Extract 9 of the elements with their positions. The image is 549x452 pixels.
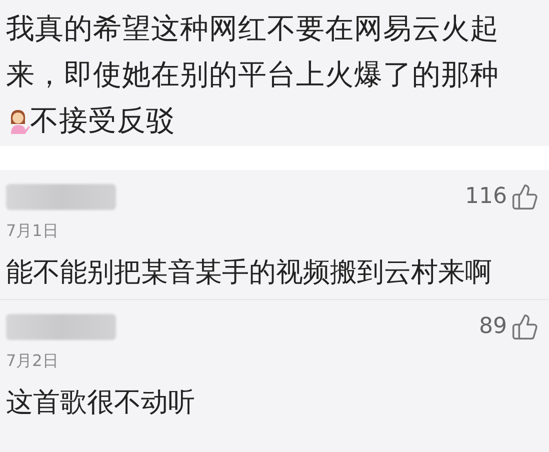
comment-text: 这首歌很不动听 xyxy=(6,386,196,420)
like-count: 89 xyxy=(479,313,507,341)
like-count: 116 xyxy=(465,183,507,211)
thumbs-up-icon[interactable] xyxy=(511,312,539,340)
comment-date: 7月1日 xyxy=(6,220,60,242)
post-text: 我真的希望这种网红不要在网易云火起来，即使她在别的平台上火爆了的那种 不接受反驳 xyxy=(6,11,500,139)
comment-text: 能不能别把某音某手的视频搬到云村来啊 xyxy=(6,256,493,290)
comment-date: 7月2日 xyxy=(6,350,60,372)
thumbs-up-icon[interactable] xyxy=(511,182,539,210)
